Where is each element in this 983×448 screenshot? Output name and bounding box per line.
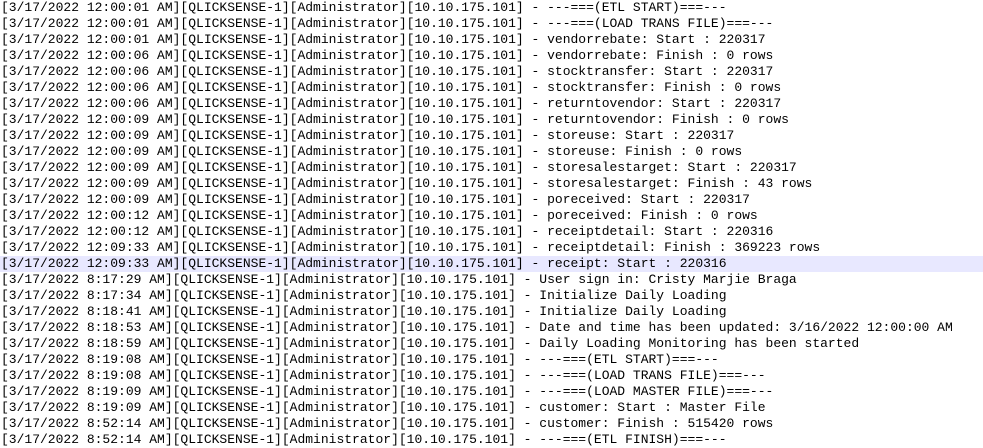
log-line[interactable]: [3/17/2022 8:17:29 AM][QLICKSENSE-1][Adm… [0,272,983,288]
log-line[interactable]: [3/17/2022 12:00:06 AM][QLICKSENSE-1][Ad… [0,80,983,96]
log-line[interactable]: [3/17/2022 8:19:08 AM][QLICKSENSE-1][Adm… [0,368,983,384]
log-line[interactable]: [3/17/2022 12:00:09 AM][QLICKSENSE-1][Ad… [0,144,983,160]
log-line[interactable]: [3/17/2022 12:00:01 AM][QLICKSENSE-1][Ad… [0,0,983,16]
log-line[interactable]: [3/17/2022 12:00:09 AM][QLICKSENSE-1][Ad… [0,192,983,208]
log-line[interactable]: [3/17/2022 12:00:01 AM][QLICKSENSE-1][Ad… [0,16,983,32]
log-line[interactable]: [3/17/2022 8:18:53 AM][QLICKSENSE-1][Adm… [0,320,983,336]
log-line[interactable]: [3/17/2022 12:00:09 AM][QLICKSENSE-1][Ad… [0,128,983,144]
log-line[interactable]: [3/17/2022 8:19:08 AM][QLICKSENSE-1][Adm… [0,352,983,368]
log-line[interactable]: [3/17/2022 12:00:12 AM][QLICKSENSE-1][Ad… [0,224,983,240]
log-line[interactable]: [3/17/2022 12:00:01 AM][QLICKSENSE-1][Ad… [0,32,983,48]
log-line[interactable]: [3/17/2022 12:00:06 AM][QLICKSENSE-1][Ad… [0,64,983,80]
log-line[interactable]: [3/17/2022 8:19:09 AM][QLICKSENSE-1][Adm… [0,400,983,416]
log-line[interactable]: [3/17/2022 12:00:06 AM][QLICKSENSE-1][Ad… [0,48,983,64]
log-line[interactable]: [3/17/2022 8:52:14 AM][QLICKSENSE-1][Adm… [0,416,983,432]
log-line[interactable]: [3/17/2022 12:00:06 AM][QLICKSENSE-1][Ad… [0,96,983,112]
log-line[interactable]: [3/17/2022 12:00:09 AM][QLICKSENSE-1][Ad… [0,160,983,176]
log-line[interactable]: [3/17/2022 8:18:41 AM][QLICKSENSE-1][Adm… [0,304,983,320]
log-line[interactable]: [3/17/2022 12:00:09 AM][QLICKSENSE-1][Ad… [0,176,983,192]
log-line[interactable]: [3/17/2022 8:17:34 AM][QLICKSENSE-1][Adm… [0,288,983,304]
log-line[interactable]: [3/17/2022 12:00:12 AM][QLICKSENSE-1][Ad… [0,208,983,224]
log-line[interactable]: [3/17/2022 12:09:33 AM][QLICKSENSE-1][Ad… [0,240,983,256]
log-viewer[interactable]: [3/17/2022 12:00:01 AM][QLICKSENSE-1][Ad… [0,0,983,448]
log-line[interactable]: [3/17/2022 8:19:09 AM][QLICKSENSE-1][Adm… [0,384,983,400]
log-line[interactable]: [3/17/2022 8:52:14 AM][QLICKSENSE-1][Adm… [0,432,983,448]
log-line[interactable]: [3/17/2022 12:00:09 AM][QLICKSENSE-1][Ad… [0,112,983,128]
log-line-current[interactable]: [3/17/2022 12:09:33 AM][QLICKSENSE-1][Ad… [0,256,983,272]
log-line[interactable]: [3/17/2022 8:18:59 AM][QLICKSENSE-1][Adm… [0,336,983,352]
